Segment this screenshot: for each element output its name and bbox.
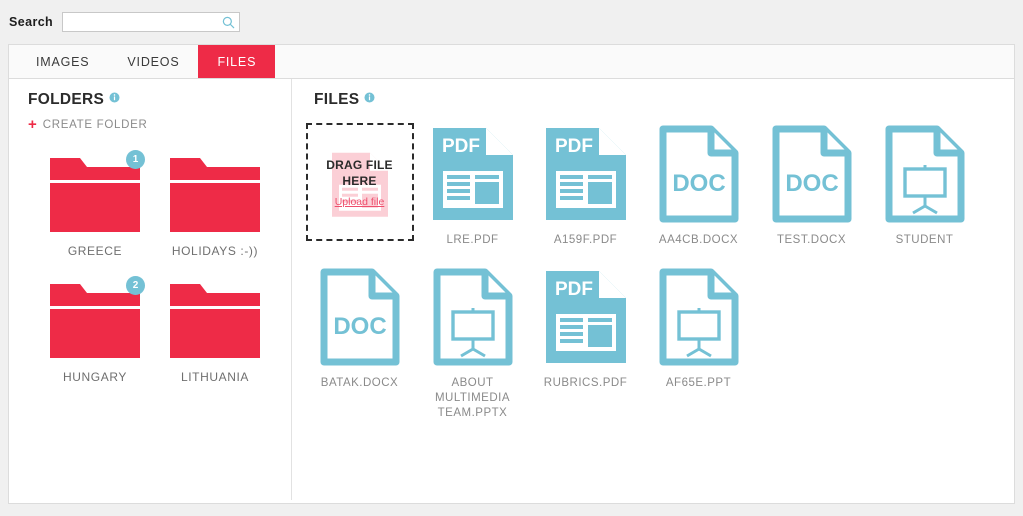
- ppt-file-icon: [885, 125, 964, 222]
- folders-panel: FOLDERS + CREATE FOLDER 1 GREECE HOLIDAY…: [9, 79, 292, 500]
- file-label: LRE.PDF: [446, 234, 499, 246]
- folder-grid: 1 GREECE HOLIDAYS:-)) 2 HUNGARY LITHUAN…: [9, 132, 292, 402]
- folder-item-lithuania[interactable]: LITHUANIA: [155, 276, 275, 384]
- tab-bar: IMAGES VIDEOS FILES: [9, 45, 1014, 79]
- folder-icon-wrap: [168, 150, 262, 236]
- ppt-file-icon: [433, 268, 512, 365]
- tab-files[interactable]: FILES: [198, 45, 276, 78]
- files-grid: DRAG FILE HERE Upload file PDF LRE.PDF P…: [293, 109, 1013, 439]
- upload-file-link[interactable]: Upload file: [335, 196, 385, 208]
- pdf-file-icon: PDF: [545, 270, 626, 363]
- folder-item-hungary[interactable]: 2 HUNGARY: [35, 276, 155, 384]
- file-icon-wrap: PDF: [427, 123, 519, 224]
- tab-videos[interactable]: VIDEOS: [108, 45, 198, 78]
- create-folder-button[interactable]: + CREATE FOLDER: [9, 109, 291, 132]
- info-icon[interactable]: [109, 92, 120, 103]
- folders-title: FOLDERS: [28, 91, 105, 108]
- svg-text:PDF: PDF: [442, 136, 480, 157]
- body-area: FOLDERS + CREATE FOLDER 1 GREECE HOLIDAY…: [9, 79, 1014, 504]
- file-item-rubrics-pdf[interactable]: PDF RUBRICS.PDF: [529, 266, 642, 421]
- file-label: TEST.DOCX: [776, 234, 847, 246]
- file-label: AF65E.PPT: [665, 377, 732, 389]
- tab-images[interactable]: IMAGES: [17, 45, 108, 78]
- file-icon-wrap: PDF: [540, 123, 632, 224]
- files-title: FILES: [314, 91, 360, 108]
- svg-text:PDF: PDF: [555, 136, 593, 157]
- svg-text:PDF: PDF: [555, 279, 593, 300]
- search-input[interactable]: [63, 14, 240, 32]
- folder-icon: [170, 284, 260, 358]
- file-item-a159f-pdf[interactable]: PDF A159F.PDF: [529, 123, 642, 248]
- content-card: IMAGES VIDEOS FILES FOLDERS + CREATE FOL…: [8, 44, 1015, 504]
- file-icon-wrap: DOC: [653, 123, 745, 224]
- ppt-file-icon: [659, 268, 738, 365]
- folder-icon: [170, 158, 260, 232]
- search-input-wrapper[interactable]: [62, 12, 241, 32]
- dropzone-cell: DRAG FILE HERE Upload file: [303, 123, 416, 266]
- file-item-about-multimedia-team-pptx[interactable]: ABOUT MULTIMEDIA TEAM.PPTX: [416, 266, 529, 421]
- pdf-file-icon: PDF: [545, 127, 626, 220]
- dropzone-line2: HERE: [342, 173, 377, 188]
- folder-label: LITHUANIA: [180, 370, 250, 384]
- folder-label: GREECE: [67, 244, 123, 258]
- search-icon[interactable]: [222, 16, 235, 29]
- file-item-test-docx[interactable]: DOC TEST.DOCX: [755, 123, 868, 248]
- file-label: STUDENT: [895, 234, 954, 246]
- files-panel: FILES DRAG FILE HERE Upload file PDF LRE…: [293, 79, 1014, 500]
- file-label: AA4CB.DOCX: [658, 234, 739, 246]
- dropzone-text: DRAG FILE HERE: [326, 157, 392, 189]
- folder-badge: 1: [126, 150, 145, 169]
- folder-label: HOLIDAYS :-)): [171, 244, 259, 258]
- folders-header: FOLDERS: [9, 79, 291, 109]
- svg-text:DOC: DOC: [333, 313, 386, 340]
- doc-file-icon: DOC: [320, 268, 399, 365]
- svg-text:DOC: DOC: [672, 170, 725, 197]
- file-item-lre-pdf[interactable]: PDF LRE.PDF: [416, 123, 529, 248]
- drag-file-dropzone[interactable]: DRAG FILE HERE Upload file: [305, 123, 414, 241]
- file-icon-wrap: PDF: [540, 266, 632, 367]
- create-folder-label: CREATE FOLDER: [42, 118, 148, 131]
- file-item-aa4cb-docx[interactable]: DOC AA4CB.DOCX: [642, 123, 755, 248]
- doc-file-icon: DOC: [659, 125, 738, 222]
- folder-icon-wrap: 1: [48, 150, 145, 236]
- file-label: A159F.PDF: [553, 234, 618, 246]
- doc-file-icon: DOC: [772, 125, 851, 222]
- folder-label: HUNGARY: [63, 370, 127, 384]
- file-item-batak-docx[interactable]: DOC BATAK.DOCX: [303, 266, 416, 421]
- file-label: RUBRICS.PDF: [543, 377, 628, 389]
- folder-item-holidays[interactable]: HOLIDAYS :-)): [155, 150, 275, 258]
- folder-badge: 2: [126, 276, 145, 295]
- info-icon[interactable]: [364, 92, 375, 103]
- file-item-student[interactable]: STUDENT: [868, 123, 981, 248]
- folder-item-greece[interactable]: 1 GREECE: [35, 150, 155, 258]
- file-icon-wrap: [427, 266, 519, 367]
- file-icon-wrap: DOC: [314, 266, 406, 367]
- media-manager-app: Search IMAGES VIDEOS FILES FOLDERS + CRE…: [0, 0, 1023, 516]
- svg-text:DOC: DOC: [785, 170, 838, 197]
- file-label: ABOUT MULTIMEDIA TEAM.PPTX: [434, 377, 511, 419]
- pdf-file-icon: PDF: [432, 127, 513, 220]
- search-label: Search: [9, 15, 54, 29]
- dropzone-line1: DRAG FILE: [326, 157, 393, 172]
- plus-icon: +: [28, 116, 37, 133]
- file-item-af65e-ppt[interactable]: AF65E.PPT: [642, 266, 755, 421]
- folder-icon-wrap: [168, 276, 262, 362]
- folder-icon-wrap: 2: [48, 276, 145, 362]
- files-header: FILES: [293, 79, 1014, 109]
- file-icon-wrap: DOC: [766, 123, 858, 224]
- file-label: BATAK.DOCX: [320, 377, 399, 389]
- file-icon-wrap: [879, 123, 971, 224]
- file-icon-wrap: [653, 266, 745, 367]
- search-bar: Search: [0, 0, 1023, 44]
